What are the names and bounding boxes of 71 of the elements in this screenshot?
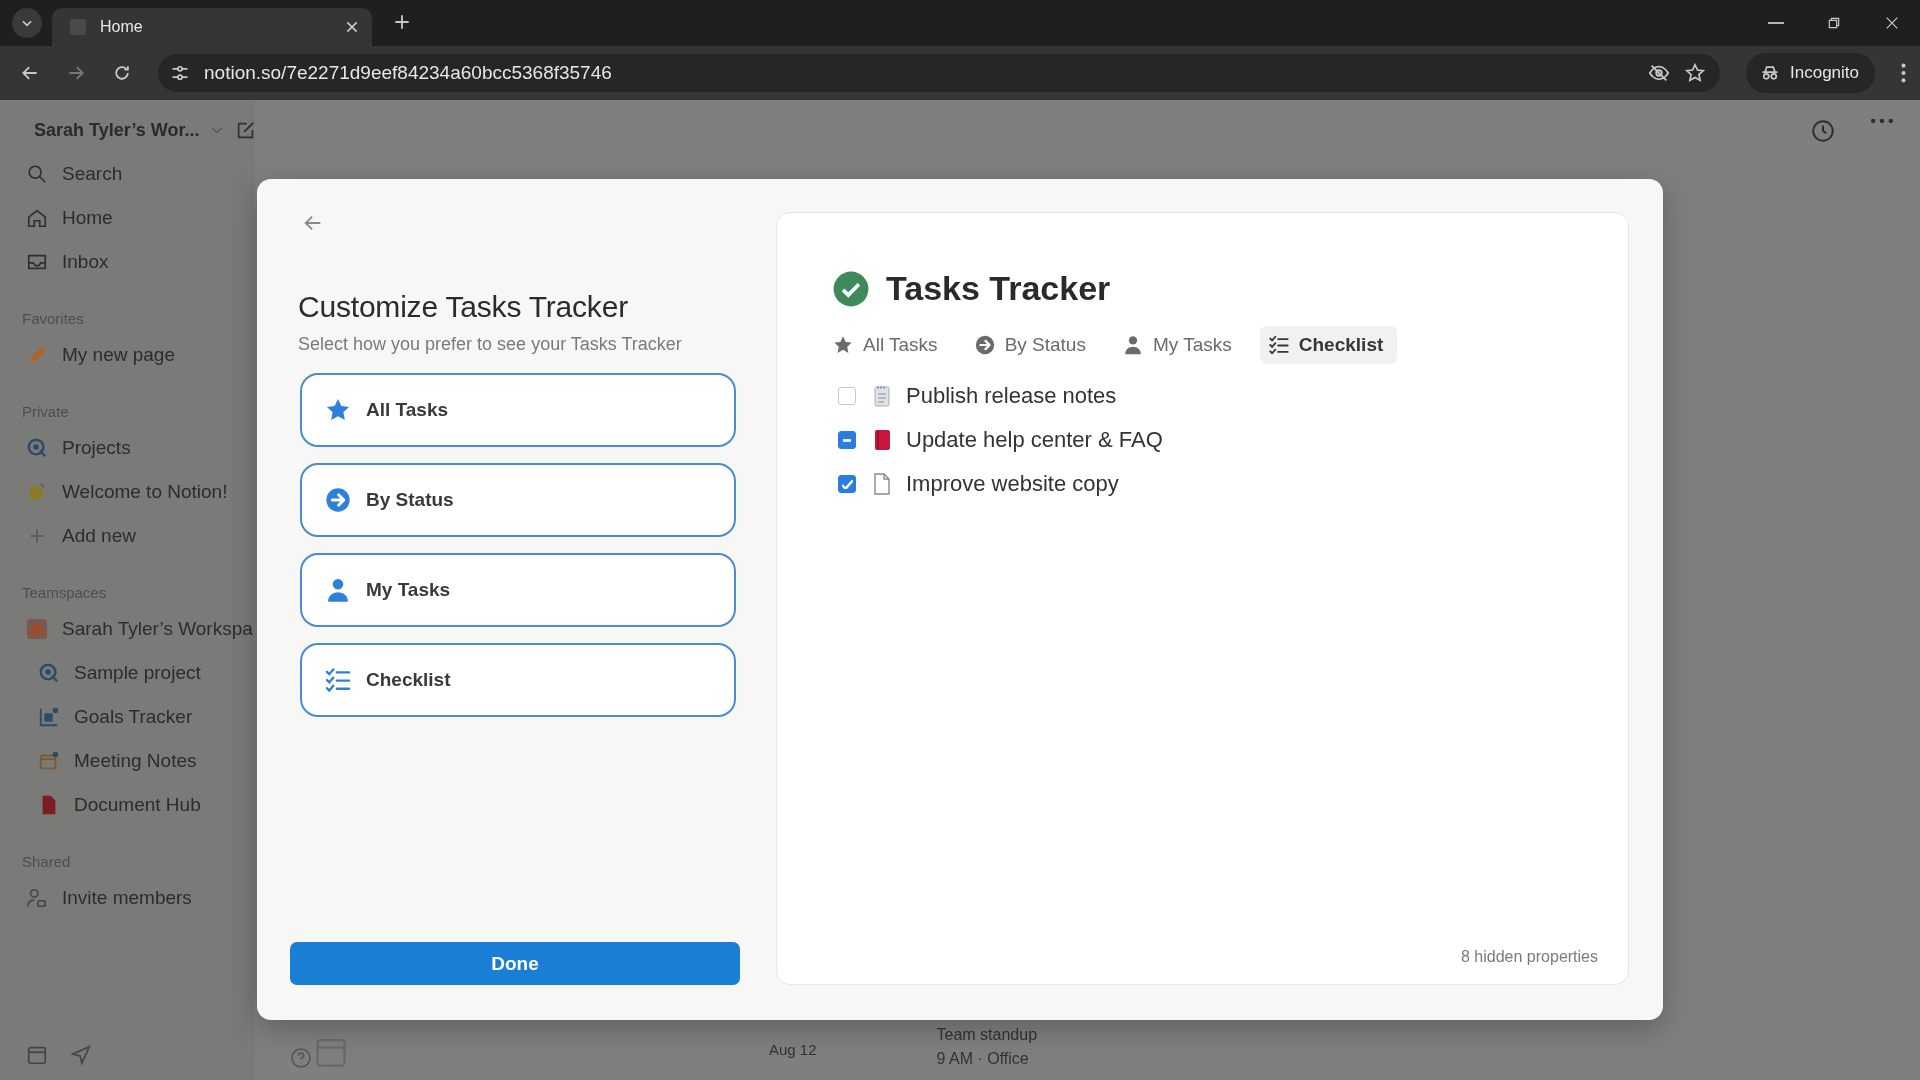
checklist-icon (324, 666, 352, 694)
home-icon (26, 207, 48, 229)
event-detail: 9 AM · Office (936, 1050, 1030, 1068)
clock-icon (1810, 118, 1836, 144)
calendar-icon (26, 1044, 48, 1066)
chart-icon (38, 706, 60, 728)
sidebar-item[interactable]: Document Hub (0, 783, 255, 827)
incognito-icon (1760, 63, 1780, 83)
workspace-switcher[interactable]: Sarah Tyler’s Wor... (0, 108, 255, 152)
more-icon (1870, 118, 1894, 124)
minimize-icon (1768, 22, 1784, 24)
task-title[interactable]: Publish release notes (906, 383, 1117, 409)
tab-search-button[interactable] (12, 8, 42, 38)
house-icon (26, 618, 48, 640)
minus-icon (843, 438, 851, 442)
sidebar-item[interactable]: Invite members (0, 876, 255, 920)
sidebar-item[interactable]: Inbox (0, 240, 255, 284)
help-icon (289, 1046, 313, 1070)
menu-icon (1901, 63, 1906, 83)
done-button[interactable]: Done (290, 942, 740, 985)
check-icon (841, 479, 853, 489)
send-icon (70, 1044, 92, 1066)
new-tab-icon (392, 12, 412, 32)
task-checkbox[interactable] (838, 475, 856, 493)
view-option-button[interactable]: Checklist (300, 643, 736, 717)
restore-icon (1826, 15, 1842, 31)
task-title[interactable]: Update help center & FAQ (906, 427, 1163, 453)
people-icon (26, 887, 48, 909)
incognito-button[interactable]: Incognito (1746, 53, 1875, 93)
search-icon (26, 163, 48, 185)
view-tab[interactable]: Checklist (1259, 326, 1398, 364)
bookmark-star-icon (1684, 62, 1706, 84)
sidebar-item[interactable]: Projects (0, 426, 255, 470)
sidebar-item[interactable]: Goals Tracker (0, 695, 255, 739)
event-title: Team standup (936, 1026, 1038, 1044)
task-title[interactable]: Improve website copy (906, 471, 1119, 497)
view-option-button[interactable]: My Tasks (300, 553, 736, 627)
target-icon (38, 662, 60, 684)
close-icon (1884, 15, 1900, 31)
check-circle-icon (832, 269, 870, 308)
event-date: Aug 12 (769, 1041, 817, 1060)
task-checkbox[interactable] (838, 387, 856, 405)
sidebar-item[interactable]: Welcome to Notion! (0, 470, 255, 514)
site-settings-icon (170, 63, 190, 83)
arrow-circle-icon (324, 486, 352, 514)
close-icon (344, 19, 360, 35)
browser-tab[interactable]: Home (52, 8, 372, 46)
sidebar-item[interactable]: Search (0, 152, 255, 196)
preview-title: Tasks Tracker (886, 269, 1111, 308)
view-tab[interactable]: By Status (965, 326, 1100, 364)
sidebar-item[interactable]: Meeting Notes (0, 739, 255, 783)
dialog-title: Customize Tasks Tracker (298, 290, 629, 324)
calendar-icon (38, 750, 60, 772)
sidebar-item[interactable]: Sarah Tyler’s Workspa (0, 607, 255, 651)
reload-icon (112, 63, 132, 83)
sidebar-item[interactable]: Home (0, 196, 255, 240)
view-option-button[interactable]: By Status (300, 463, 736, 537)
task-checkbox[interactable] (838, 431, 856, 449)
eye-slash-icon (1648, 62, 1670, 84)
view-tab[interactable]: All Tasks (824, 326, 952, 364)
sidebar-item[interactable]: Sample project (0, 651, 255, 695)
dialog-subtitle: Select how you prefer to see your Tasks Tracker (298, 334, 683, 355)
view-tab[interactable]: My Tasks (1113, 326, 1246, 364)
address-bar[interactable]: notion.so/7e2271d9eef84234a60bcc5368f35746 (158, 54, 1720, 92)
view-option-button[interactable]: All Tasks (300, 373, 736, 447)
arrow-circle-icon (973, 334, 996, 356)
sidebar-item[interactable]: Add new (0, 514, 255, 558)
target-icon (26, 437, 48, 459)
checklist-icon (1267, 334, 1290, 356)
hidden-properties-text[interactable]: 8 hidden properties (1461, 948, 1598, 966)
sidebar-item[interactable]: My new page (0, 333, 255, 377)
